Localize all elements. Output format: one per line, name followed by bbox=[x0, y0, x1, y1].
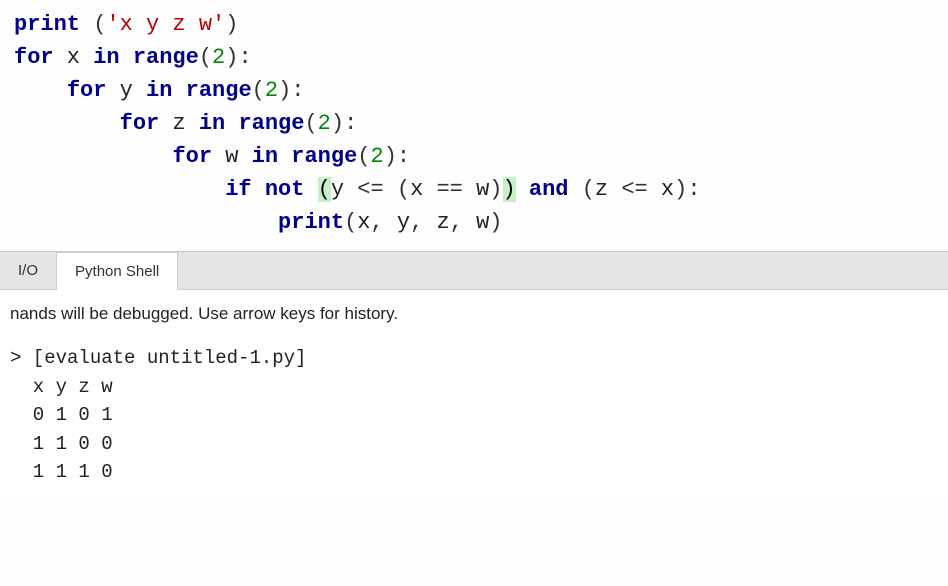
code-editor[interactable]: print ('x y z w')for x in range(2): for … bbox=[0, 0, 948, 252]
code-line: for y in range(2): bbox=[14, 74, 934, 107]
code-line: if not (y <= (x == w)) and (z <= x): bbox=[14, 173, 934, 206]
shell-panel[interactable]: nands will be debugged. Use arrow keys f… bbox=[0, 290, 948, 501]
code-line: for w in range(2): bbox=[14, 140, 934, 173]
shell-message: nands will be debugged. Use arrow keys f… bbox=[10, 304, 938, 324]
tab-bar: I/O Python Shell bbox=[0, 252, 948, 290]
code-line: for z in range(2): bbox=[14, 107, 934, 140]
code-line: for x in range(2): bbox=[14, 41, 934, 74]
tab-io[interactable]: I/O bbox=[0, 252, 57, 289]
code-line: print(x, y, z, w) bbox=[14, 206, 934, 239]
code-line: print ('x y z w') bbox=[14, 8, 934, 41]
shell-output: > [evaluate untitled-1.py] x y z w 0 1 0… bbox=[10, 344, 938, 487]
tab-python-shell[interactable]: Python Shell bbox=[57, 252, 178, 290]
